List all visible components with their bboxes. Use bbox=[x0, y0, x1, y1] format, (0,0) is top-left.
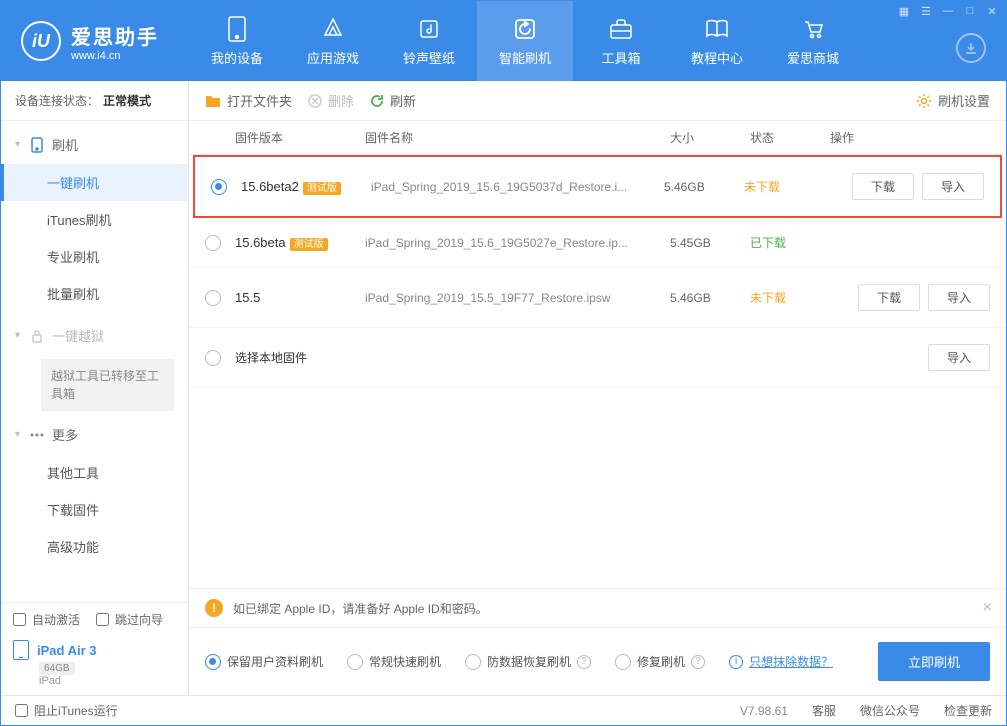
footer-update[interactable]: 检查更新 bbox=[944, 702, 992, 719]
sidebar-item-advanced[interactable]: 高级功能 bbox=[1, 528, 188, 565]
footer: 阻止iTunes运行 V7.98.61 客服 微信公众号 检查更新 bbox=[1, 695, 1006, 725]
device-type: iPad bbox=[13, 675, 176, 687]
nav-tutorials[interactable]: 教程中心 bbox=[669, 1, 765, 81]
delete-button[interactable]: 删除 bbox=[308, 91, 354, 110]
logo: iU 爱思助手 www.i4.cn bbox=[21, 21, 159, 62]
sidebar: 设备连接状态： 正常模式 ▾ 刷机 一键刷机 iTunes刷机 专业刷机 批量刷… bbox=[1, 81, 189, 695]
cart-icon bbox=[800, 16, 826, 42]
caret-down-icon: ▾ bbox=[15, 330, 20, 341]
app-url: www.i4.cn bbox=[71, 50, 159, 62]
download-manager-icon[interactable] bbox=[956, 33, 986, 63]
gear-icon bbox=[916, 93, 932, 109]
download-button[interactable]: 下载 bbox=[858, 284, 920, 311]
auto-activate-check[interactable]: 自动激活 跳过向导 bbox=[13, 611, 176, 628]
ipad-icon bbox=[13, 640, 29, 660]
import-button[interactable]: 导入 bbox=[922, 173, 984, 200]
close-icon[interactable]: ✕ bbox=[984, 3, 1000, 19]
auto-activate-checkbox[interactable] bbox=[13, 613, 26, 626]
refresh-button[interactable]: 刷新 bbox=[370, 91, 416, 110]
caret-down-icon: ▾ bbox=[15, 139, 20, 150]
option-keep-data[interactable]: 保留用户资料刷机 bbox=[205, 653, 323, 670]
device-icon bbox=[224, 16, 250, 42]
close-icon[interactable]: × bbox=[983, 599, 992, 617]
more-icon bbox=[30, 428, 44, 442]
phone-icon bbox=[30, 138, 44, 152]
book-icon bbox=[704, 16, 730, 42]
import-button[interactable]: 导入 bbox=[928, 344, 990, 371]
version-label: V7.98.61 bbox=[740, 704, 788, 718]
logo-icon: iU bbox=[21, 21, 61, 61]
jailbreak-note: 越狱工具已转移至工具箱 bbox=[41, 359, 174, 411]
sidebar-item-pro-flash[interactable]: 专业刷机 bbox=[1, 238, 188, 275]
delete-icon bbox=[308, 94, 322, 108]
firmware-row[interactable]: 15.6beta测试版 iPad_Spring_2019_15.6_19G502… bbox=[189, 218, 1006, 268]
music-icon bbox=[416, 16, 442, 42]
device-info[interactable]: iPad Air 3 bbox=[13, 636, 176, 662]
nav-toolbox[interactable]: 工具箱 bbox=[573, 1, 669, 81]
open-folder-button[interactable]: 打开文件夹 bbox=[205, 91, 292, 110]
storage-badge: 64GB bbox=[39, 662, 75, 675]
local-firmware-row[interactable]: 选择本地固件 导入 bbox=[189, 328, 1006, 388]
nav-flash[interactable]: 智能刷机 bbox=[477, 1, 573, 81]
block-itunes-checkbox[interactable] bbox=[15, 704, 28, 717]
app-header: iU 爱思助手 www.i4.cn 我的设备 应用游戏 铃声壁纸 智能刷机 工具… bbox=[1, 1, 1006, 81]
sidebar-group-more[interactable]: ▾ 更多 bbox=[1, 415, 188, 454]
warning-bar: ! 如已绑定 Apple ID，请准备好 Apple ID和密码。 × bbox=[189, 589, 1006, 628]
sidebar-item-download-firmware[interactable]: 下载固件 bbox=[1, 491, 188, 528]
firmware-row[interactable]: 15.6beta2测试版 iPad_Spring_2019_15.6_19G50… bbox=[193, 155, 1002, 218]
select-radio[interactable] bbox=[211, 179, 227, 195]
help-icon[interactable]: ? bbox=[691, 655, 705, 669]
apps-icon bbox=[320, 16, 346, 42]
caret-down-icon: ▾ bbox=[15, 429, 20, 440]
warning-icon: ! bbox=[205, 599, 223, 617]
maximize-icon[interactable]: □ bbox=[962, 3, 978, 19]
folder-icon bbox=[205, 94, 221, 108]
main-nav: 我的设备 应用游戏 铃声壁纸 智能刷机 工具箱 教程中心 爱思商城 bbox=[189, 1, 861, 81]
nav-ringtones[interactable]: 铃声壁纸 bbox=[381, 1, 477, 81]
option-repair[interactable]: 修复刷机? bbox=[615, 653, 705, 670]
main-content: 打开文件夹 删除 刷新 刷机设置 固件版本 固件名称 大小 状态 操作 bbox=[189, 81, 1006, 695]
help-icon[interactable]: ? bbox=[577, 655, 591, 669]
flash-icon bbox=[512, 16, 538, 42]
erase-link[interactable]: i只想抹除数据？ bbox=[729, 653, 833, 670]
nav-apps[interactable]: 应用游戏 bbox=[285, 1, 381, 81]
footer-wechat[interactable]: 微信公众号 bbox=[860, 702, 920, 719]
sidebar-group-jailbreak[interactable]: ▾ 一键越狱 bbox=[1, 316, 188, 355]
lock-icon bbox=[30, 329, 44, 343]
sidebar-item-itunes-flash[interactable]: iTunes刷机 bbox=[1, 201, 188, 238]
firmware-row[interactable]: 15.5 iPad_Spring_2019_15.5_19F77_Restore… bbox=[189, 268, 1006, 328]
select-radio[interactable] bbox=[205, 290, 221, 306]
refresh-icon bbox=[370, 94, 384, 108]
flash-options: 保留用户资料刷机 常规快速刷机 防数据恢复刷机? 修复刷机? i只想抹除数据？ … bbox=[189, 628, 1006, 695]
sidebar-item-oneclick-flash[interactable]: 一键刷机 bbox=[1, 164, 188, 201]
select-radio[interactable] bbox=[205, 235, 221, 251]
flash-settings-button[interactable]: 刷机设置 bbox=[916, 91, 990, 110]
sidebar-item-batch-flash[interactable]: 批量刷机 bbox=[1, 275, 188, 312]
beta-badge: 测试版 bbox=[303, 182, 341, 195]
flash-now-button[interactable]: 立即刷机 bbox=[878, 642, 990, 681]
beta-badge: 测试版 bbox=[290, 238, 328, 251]
menu-icon[interactable]: ☰ bbox=[918, 3, 934, 19]
table-header: 固件版本 固件名称 大小 状态 操作 bbox=[189, 121, 1006, 155]
window-controls: ▦ ☰ — □ ✕ bbox=[896, 3, 1000, 19]
minimize-icon[interactable]: — bbox=[940, 3, 956, 19]
download-button[interactable]: 下载 bbox=[852, 173, 914, 200]
import-button[interactable]: 导入 bbox=[928, 284, 990, 311]
nav-store[interactable]: 爱思商城 bbox=[765, 1, 861, 81]
connection-status: 设备连接状态： 正常模式 bbox=[1, 81, 188, 121]
app-name: 爱思助手 bbox=[71, 21, 159, 50]
sidebar-group-flash[interactable]: ▾ 刷机 bbox=[1, 125, 188, 164]
option-anti-recovery[interactable]: 防数据恢复刷机? bbox=[465, 653, 591, 670]
skip-guide-checkbox[interactable] bbox=[96, 613, 109, 626]
sidebar-item-other-tools[interactable]: 其他工具 bbox=[1, 454, 188, 491]
option-normal[interactable]: 常规快速刷机 bbox=[347, 653, 441, 670]
info-icon: i bbox=[729, 655, 743, 669]
toolbar: 打开文件夹 删除 刷新 刷机设置 bbox=[189, 81, 1006, 121]
toolbox-icon bbox=[608, 16, 634, 42]
grid-icon[interactable]: ▦ bbox=[896, 3, 912, 19]
footer-service[interactable]: 客服 bbox=[812, 702, 836, 719]
nav-my-device[interactable]: 我的设备 bbox=[189, 1, 285, 81]
select-radio[interactable] bbox=[205, 350, 221, 366]
